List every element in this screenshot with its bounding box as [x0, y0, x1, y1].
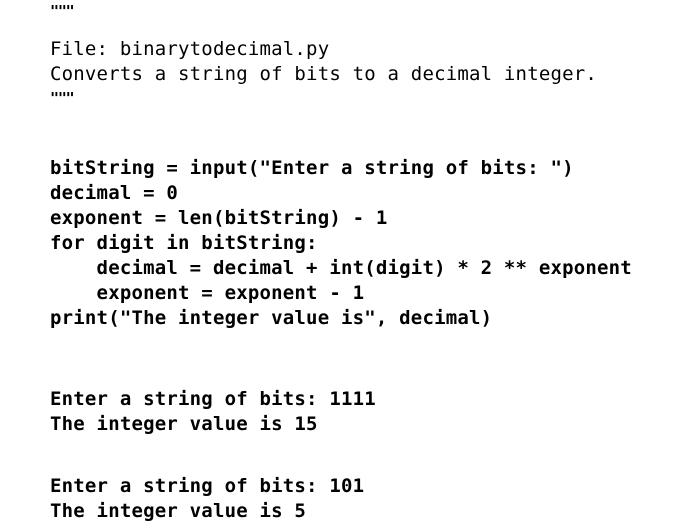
listing-spacer-top	[50, 112, 690, 156]
console-session-gap	[50, 437, 690, 462]
source-line-decimal-accumulate: decimal = decimal + int(digit) * 2 ** ex…	[50, 257, 632, 279]
docstring-open-delimiter: """	[50, 2, 75, 20]
docstring-close-delimiter: """	[50, 89, 75, 107]
source-line-exponent-decrement: exponent = exponent - 1	[50, 282, 365, 304]
code-listing: """ File: binarytodecimal.py Converts a …	[50, 0, 690, 524]
console-result-line-1: The integer value is 15	[50, 413, 318, 435]
console-session-gap-extra	[50, 462, 690, 474]
console-result-line-2: The integer value is 5	[50, 500, 307, 522]
program-listing-page: """ File: binarytodecimal.py Converts a …	[0, 0, 700, 532]
docstring-line-description: Converts a string of bits to a decimal i…	[50, 63, 598, 85]
source-line-print-result: print("The integer value is", decimal)	[50, 307, 493, 329]
source-line-for-loop: for digit in bitString:	[50, 232, 318, 254]
docstring-line-file: File: binarytodecimal.py	[50, 38, 330, 60]
console-prompt-line-1: Enter a string of bits: 1111	[50, 388, 376, 410]
source-line-decimal-init: decimal = 0	[50, 182, 179, 204]
listing-spacer-console	[50, 331, 690, 375]
source-line-bitstring-input: bitString = input("Enter a string of bit…	[50, 157, 574, 179]
listing-spacer-console-extra	[50, 375, 690, 387]
docstring-spacer	[50, 25, 690, 37]
source-line-exponent-init: exponent = len(bitString) - 1	[50, 207, 388, 229]
console-prompt-line-2: Enter a string of bits: 101	[50, 475, 365, 497]
